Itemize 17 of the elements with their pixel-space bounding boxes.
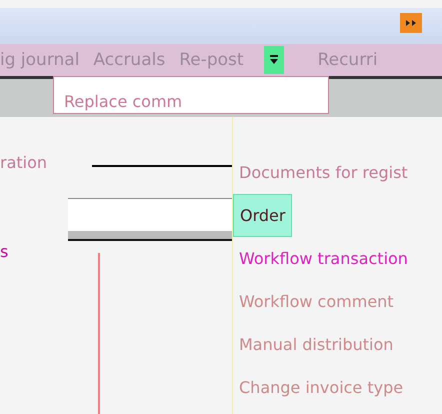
menu-item[interactable]: Workflow transaction — [233, 237, 414, 280]
ribbon-tab[interactable]: Re-post — [179, 50, 244, 70]
menu-item[interactable]: Order — [233, 194, 292, 237]
ribbon-tab[interactable]: Recurri — [318, 50, 378, 70]
dropdown-icon — [268, 55, 279, 65]
forward-button[interactable] — [400, 13, 422, 33]
double-arrow-icon — [405, 19, 417, 27]
menu-item[interactable]: Documents for regist — [233, 151, 414, 194]
ribbon-tab[interactable]: Accruals — [93, 50, 166, 70]
dropdown-button[interactable] — [264, 46, 284, 74]
group-label: s — [0, 242, 8, 261]
menu-item[interactable]: Change invoice type — [233, 366, 410, 409]
menu-item[interactable]: Manual distribution — [233, 323, 400, 366]
group-label: ration — [0, 153, 48, 172]
menu-item[interactable]: Replace comm — [64, 92, 182, 111]
ribbon-tab[interactable]: ig journal — [0, 50, 80, 70]
menu-item[interactable]: Workflow comment — [233, 280, 400, 323]
